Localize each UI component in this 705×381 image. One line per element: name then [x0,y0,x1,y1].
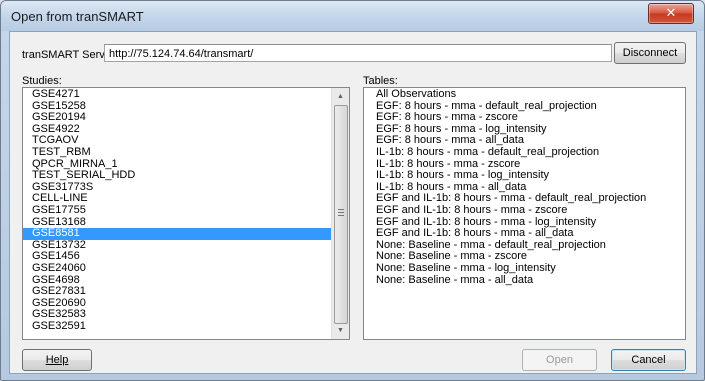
cancel-button[interactable]: Cancel [611,349,686,371]
study-list-item[interactable]: GSE8581 [23,228,332,240]
studies-list[interactable]: GSE4271 GSE15258 GSE20194 GSE4922 TCGAOV TEST… [22,87,350,340]
studies-scrollbar[interactable]: ▲ ▼ [331,88,349,339]
study-list-item[interactable]: GSE4271 [23,88,332,101]
studies-label: Studies: [22,75,62,87]
table-list-item[interactable]: EGF and IL-1b: 8 hours - mma - zscore [364,204,685,217]
table-list-item[interactable]: All Observations [364,88,685,101]
scroll-up-arrow-icon[interactable]: ▲ [332,88,349,105]
scrollbar-grip-icon [338,209,344,216]
open-button[interactable]: Open [522,349,597,371]
scroll-down-arrow-icon[interactable]: ▼ [332,322,349,339]
table-list-item[interactable]: IL-1b: 8 hours - mma - log_intensity [364,170,685,182]
studies-items: GSE4271 GSE15258 GSE20194 GSE4922 TCGAOV TEST… [23,88,332,333]
window-title: Open from tranSMART [11,9,144,24]
table-list-item[interactable]: None: Baseline - mma - all_data [364,274,685,287]
server-url-input[interactable]: http://75.124.74.64/transmart/ [104,44,612,62]
close-button[interactable]: ✕ [648,3,694,24]
close-icon: ✕ [665,5,677,20]
help-button-label: Help [45,354,69,366]
dialog-window: Open from tranSMART ✕ tranSMART Server: … [0,0,705,381]
study-list-item[interactable]: GSE27831 [23,285,332,298]
disconnect-button[interactable]: Disconnect [614,42,686,64]
tables-list[interactable]: All Observations EGF: 8 hours - mma - def… [363,87,686,340]
tables-items: All Observations EGF: 8 hours - mma - def… [364,88,685,287]
study-list-item[interactable]: GSE17755 [23,204,332,217]
table-list-item[interactable]: EGF and IL-1b: 8 hours - mma - all_data [364,228,685,240]
help-button[interactable]: Help [22,349,92,371]
table-list-item[interactable]: IL-1b: 8 hours - mma - default_real_proj… [364,146,685,159]
study-list-item[interactable]: TEST_RBM [23,146,332,159]
table-list-item[interactable]: None: Baseline - mma - log_intensity [364,262,685,275]
study-list-item[interactable]: GSE24060 [23,262,332,275]
scrollbar-thumb[interactable] [334,105,348,324]
tables-label: Tables: [363,75,398,87]
study-list-item[interactable]: GSE32591 [23,320,332,333]
study-list-item[interactable]: TEST_SERIAL_HDD [23,170,332,182]
dialog-body: tranSMART Server: http://75.124.74.64/tr… [9,31,697,374]
title-bar[interactable]: Open from tranSMART ✕ [1,1,704,31]
